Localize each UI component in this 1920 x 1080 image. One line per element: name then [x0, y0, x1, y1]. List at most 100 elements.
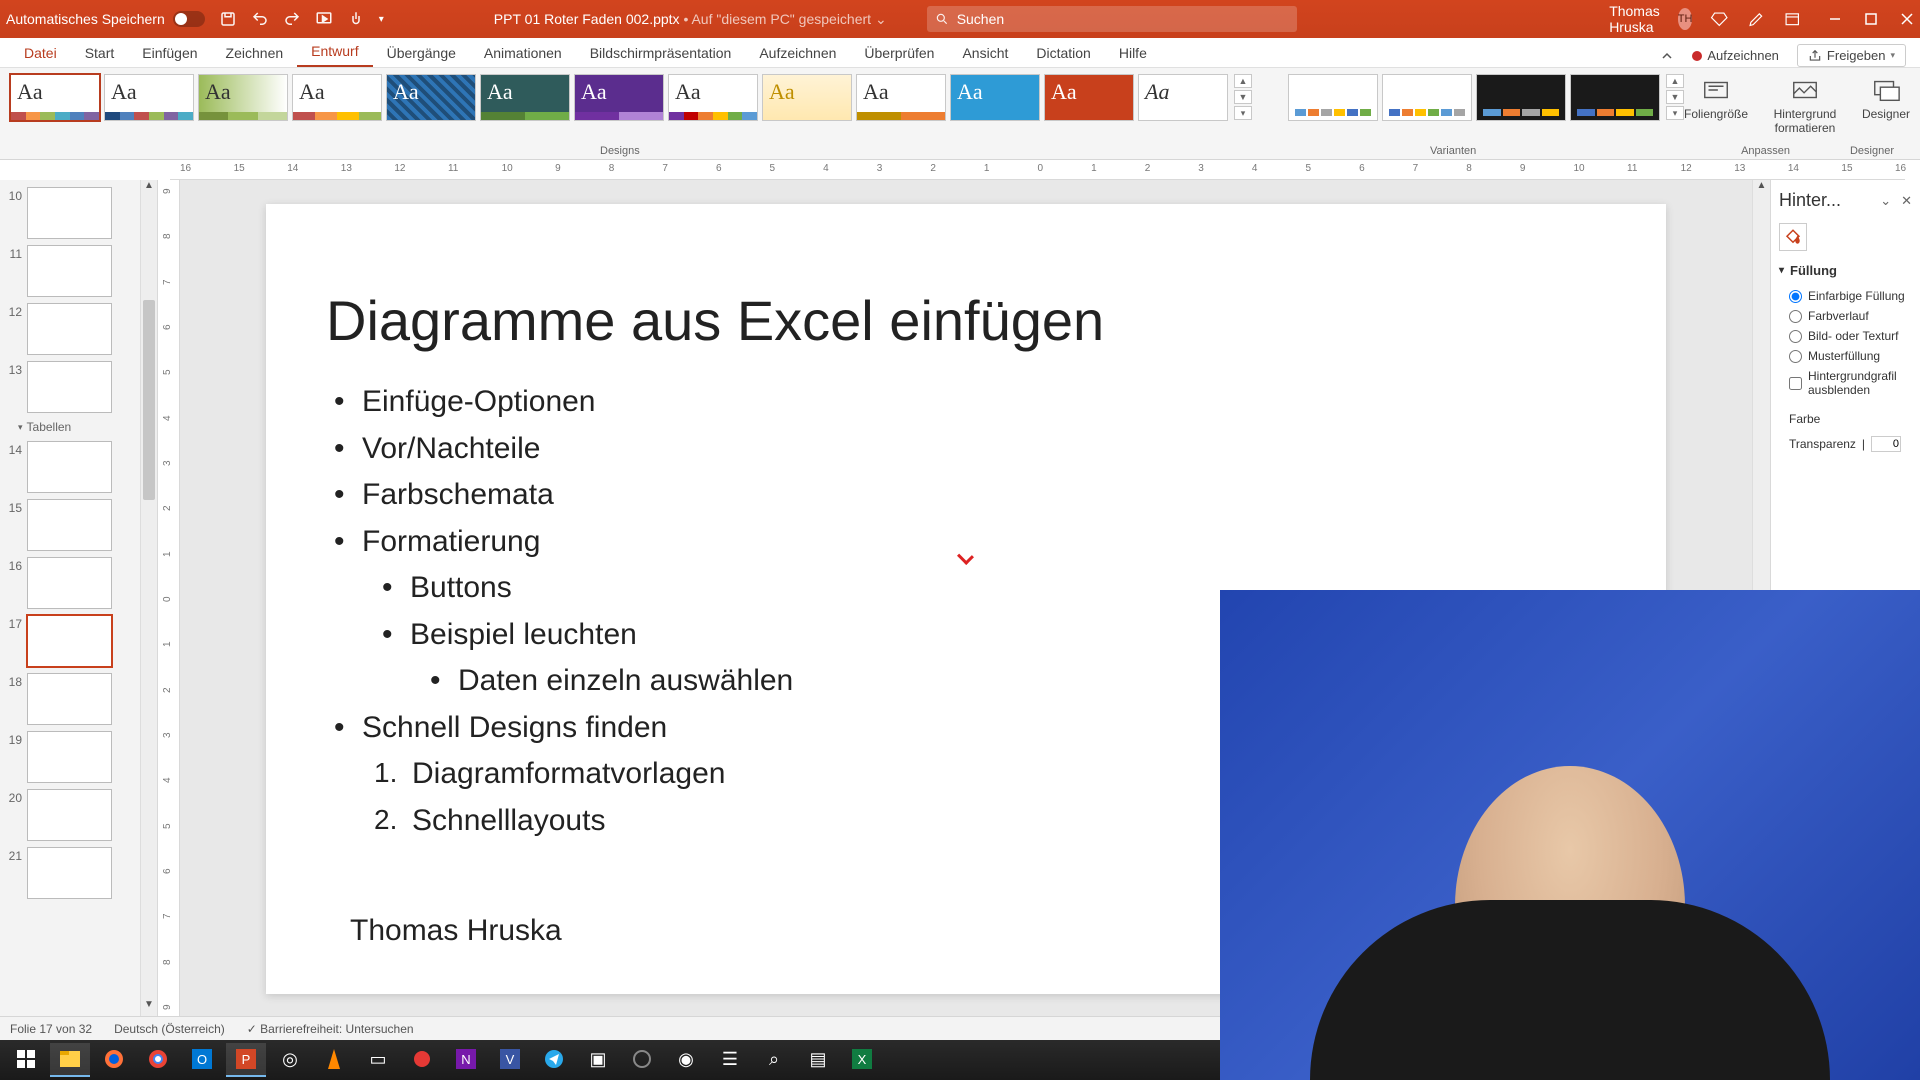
- variant-thumb[interactable]: [1476, 74, 1566, 121]
- slideshow-icon[interactable]: [315, 10, 333, 28]
- collapse-ribbon-icon[interactable]: [1660, 49, 1674, 63]
- fill-gradient-radio[interactable]: Farbverlauf: [1779, 306, 1912, 326]
- start-button[interactable]: [6, 1043, 46, 1077]
- variant-thumb[interactable]: [1570, 74, 1660, 121]
- slide-thumbnail[interactable]: 14: [0, 438, 157, 496]
- tab-dictation[interactable]: Dictation: [1022, 39, 1104, 67]
- pane-options-icon[interactable]: ⌄: [1880, 193, 1891, 209]
- fill-solid-radio[interactable]: Einfarbige Füllung: [1779, 286, 1912, 306]
- designer-button[interactable]: Designer: [1862, 74, 1910, 135]
- tab-animationen[interactable]: Animationen: [470, 39, 576, 67]
- slide-thumbnail[interactable]: 17: [0, 612, 157, 670]
- pane-close-icon[interactable]: ✕: [1901, 193, 1912, 209]
- theme-thumb[interactable]: Aa: [198, 74, 288, 121]
- theme-thumb[interactable]: Aa: [1044, 74, 1134, 121]
- close-icon[interactable]: [1900, 12, 1914, 26]
- taskbar-powerpoint-icon[interactable]: P: [226, 1043, 266, 1077]
- taskbar-app-icon[interactable]: ▭: [358, 1043, 398, 1077]
- taskbar-obs-icon[interactable]: [622, 1043, 662, 1077]
- taskbar-vlc-icon[interactable]: [314, 1043, 354, 1077]
- foliengroesse-button[interactable]: Foliengröße: [1684, 74, 1748, 135]
- variants-gallery[interactable]: ▲▼▾: [1288, 74, 1684, 121]
- transparency-input[interactable]: [1871, 436, 1901, 452]
- taskbar-firefox-icon[interactable]: [94, 1043, 134, 1077]
- fill-section-header[interactable]: Füllung: [1779, 263, 1912, 278]
- taskbar-app-icon[interactable]: ◎: [270, 1043, 310, 1077]
- theme-thumb[interactable]: Aa: [668, 74, 758, 121]
- bullet[interactable]: Formatierung: [326, 519, 1606, 566]
- tab-zeichnen[interactable]: Zeichnen: [212, 39, 298, 67]
- search-input[interactable]: Suchen: [927, 6, 1297, 32]
- fill-picture-radio[interactable]: Bild- oder Texturf: [1779, 326, 1912, 346]
- color-label[interactable]: Farbe: [1779, 412, 1912, 426]
- theme-thumb[interactable]: Aa: [950, 74, 1040, 121]
- taskbar-app-icon[interactable]: ⌕: [754, 1043, 794, 1077]
- redo-icon[interactable]: [283, 10, 301, 28]
- slide-thumbnail[interactable]: 11: [0, 242, 157, 300]
- tab-entwurf[interactable]: Entwurf: [297, 37, 372, 67]
- taskbar-chrome-icon[interactable]: [138, 1043, 178, 1077]
- theme-thumb[interactable]: Aa: [292, 74, 382, 121]
- variant-thumb[interactable]: [1382, 74, 1472, 121]
- taskbar-visio-icon[interactable]: V: [490, 1043, 530, 1077]
- window-icon[interactable]: [1783, 10, 1802, 29]
- tab-hilfe[interactable]: Hilfe: [1105, 39, 1161, 67]
- thumb-preview[interactable]: [27, 499, 112, 551]
- taskbar-explorer-icon[interactable]: [50, 1043, 90, 1077]
- taskbar-app-icon[interactable]: ▣: [578, 1043, 618, 1077]
- slide-author[interactable]: Thomas Hruska: [350, 914, 562, 948]
- autosave-toggle[interactable]: [173, 11, 205, 27]
- thumb-preview[interactable]: [27, 245, 112, 297]
- bullet[interactable]: Einfüge-Optionen: [326, 379, 1606, 426]
- theme-thumb[interactable]: Aa: [856, 74, 946, 121]
- taskbar-excel-icon[interactable]: X: [842, 1043, 882, 1077]
- taskbar-telegram-icon[interactable]: [534, 1043, 574, 1077]
- slide-thumbnail[interactable]: 13: [0, 358, 157, 416]
- tab-aufzeichnen[interactable]: Aufzeichnen: [745, 39, 850, 67]
- taskbar-app-icon[interactable]: ◉: [666, 1043, 706, 1077]
- thumb-preview[interactable]: [27, 557, 112, 609]
- slide-thumbnail[interactable]: 16: [0, 554, 157, 612]
- theme-thumb[interactable]: Aa: [10, 74, 100, 121]
- tab-datei[interactable]: Datei: [10, 39, 71, 67]
- section-header[interactable]: Tabellen: [0, 416, 157, 438]
- slide-thumbnail[interactable]: 20: [0, 786, 157, 844]
- tab-einfuegen[interactable]: Einfügen: [128, 39, 211, 67]
- status-language[interactable]: Deutsch (Österreich): [114, 1022, 225, 1036]
- tab-ueberpruefen[interactable]: Überprüfen: [850, 39, 948, 67]
- fill-tab-icon[interactable]: [1779, 223, 1807, 251]
- status-slide-count[interactable]: Folie 17 von 32: [10, 1022, 92, 1036]
- taskbar-app-icon[interactable]: ▤: [798, 1043, 838, 1077]
- bullet[interactable]: Vor/Nachteile: [326, 426, 1606, 473]
- slide-thumbnail[interactable]: 21: [0, 844, 157, 902]
- thumb-preview[interactable]: [27, 361, 112, 413]
- gallery-scroll[interactable]: ▲▼▾: [1234, 74, 1252, 120]
- fill-pattern-radio[interactable]: Musterfüllung: [1779, 346, 1912, 366]
- thumb-preview[interactable]: [27, 847, 112, 899]
- slide-thumbnail-panel[interactable]: 10111213Tabellen1415161718192021▲▼: [0, 180, 158, 1016]
- slide-thumbnail[interactable]: 18: [0, 670, 157, 728]
- thumb-preview[interactable]: [27, 615, 112, 667]
- slide-thumbnail[interactable]: 12: [0, 300, 157, 358]
- touch-mode-icon[interactable]: [347, 10, 365, 28]
- thumb-preview[interactable]: [27, 789, 112, 841]
- minimize-icon[interactable]: [1828, 12, 1842, 26]
- bullet[interactable]: Farbschemata: [326, 472, 1606, 519]
- slide-title[interactable]: Diagramme aus Excel einfügen: [326, 288, 1606, 353]
- record-button[interactable]: Aufzeichnen: [1692, 48, 1779, 63]
- taskbar-app-icon[interactable]: ☰: [710, 1043, 750, 1077]
- theme-thumb[interactable]: Aa: [386, 74, 476, 121]
- hintergrund-formatieren-button[interactable]: Hintergrund formatieren: [1770, 74, 1840, 135]
- thumb-preview[interactable]: [27, 731, 112, 783]
- slide-thumbnail[interactable]: 19: [0, 728, 157, 786]
- slide-thumbnail[interactable]: 10: [0, 184, 157, 242]
- avatar[interactable]: TH: [1678, 8, 1693, 30]
- taskbar-onenote-icon[interactable]: N: [446, 1043, 486, 1077]
- tab-start[interactable]: Start: [71, 39, 129, 67]
- diamond-icon[interactable]: [1710, 10, 1729, 29]
- thumb-preview[interactable]: [27, 673, 112, 725]
- undo-icon[interactable]: [251, 10, 269, 28]
- status-accessibility[interactable]: ✓ Barrierefreiheit: Untersuchen: [247, 1022, 414, 1036]
- theme-thumb[interactable]: Aa: [574, 74, 664, 121]
- variant-thumb[interactable]: [1288, 74, 1378, 121]
